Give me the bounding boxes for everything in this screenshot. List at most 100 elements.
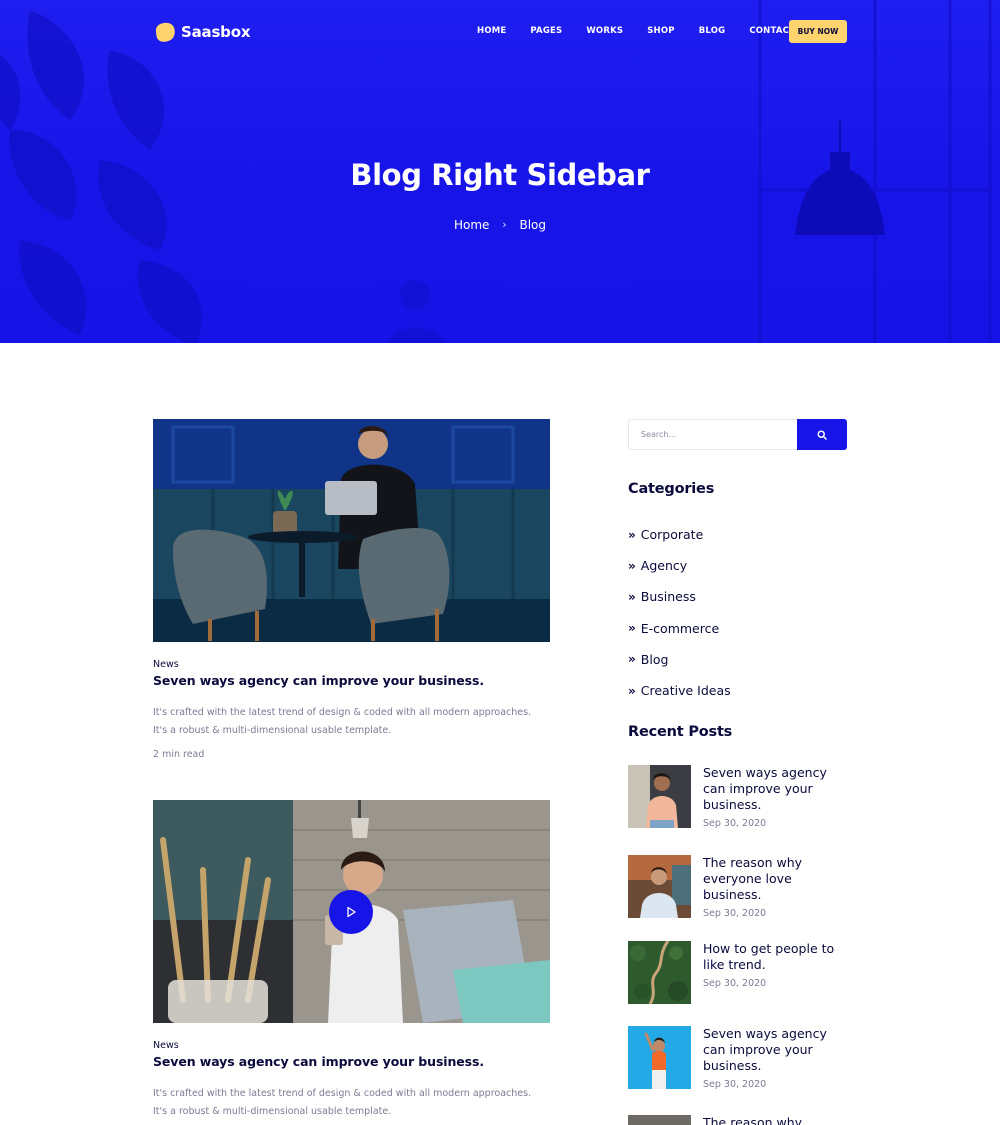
double-chevron-right-icon: »: [628, 527, 636, 542]
recent-post-body: The reason why: [703, 1115, 802, 1125]
nav-item-home[interactable]: HOME: [477, 26, 506, 36]
thumbnail-photo: [628, 1026, 691, 1089]
top-navigation: Saasbox HOME PAGES WORKS SHOP BLOG CONTA…: [153, 17, 847, 47]
post-excerpt-line: It's a robust & multi-dimensional usable…: [153, 1106, 392, 1117]
blog-post-card: News Seven ways agency can improve your …: [153, 800, 550, 1121]
double-chevron-right-icon: »: [628, 589, 636, 604]
recent-post-body: Seven ways agency can improve your busin…: [703, 1026, 827, 1090]
nav-item-shop[interactable]: SHOP: [647, 26, 675, 36]
recent-post-thumbnail[interactable]: [628, 1115, 691, 1125]
category-item-corporate[interactable]: » Corporate: [628, 519, 731, 550]
nav-item-works[interactable]: WORKS: [586, 26, 623, 36]
recent-post-title[interactable]: The reason why: [703, 1115, 802, 1125]
brand-name: Saasbox: [181, 23, 251, 41]
post-image-woman-on-phone[interactable]: [153, 800, 550, 1023]
recent-post-date: Sep 30, 2020: [703, 908, 767, 919]
search-icon: [817, 429, 827, 440]
buy-now-button[interactable]: BUY NOW: [789, 20, 847, 43]
recent-post-body: How to get people to like trend. Sep 30,…: [703, 941, 834, 1004]
recent-post-date: Sep 30, 2020: [703, 818, 767, 829]
nav-menu: HOME PAGES WORKS SHOP BLOG CONTACT: [477, 26, 819, 36]
nav-item-blog[interactable]: BLOG: [699, 26, 726, 36]
recent-post-title-line: business.: [703, 887, 762, 902]
thumbnail-photo: [628, 765, 691, 828]
recent-post-thumbnail[interactable]: [628, 765, 691, 828]
recent-post-item[interactable]: How to get people to like trend. Sep 30,…: [628, 941, 847, 1004]
category-label: Creative Ideas: [640, 683, 731, 699]
double-chevron-right-icon: »: [628, 683, 636, 698]
recent-post-date: Sep 30, 2020: [703, 978, 767, 989]
recent-post-title-line: everyone love: [703, 871, 792, 886]
recent-post-thumbnail[interactable]: [628, 1026, 691, 1089]
recent-post-item[interactable]: The reason why everyone love business. S…: [628, 855, 847, 919]
recent-post-body: The reason why everyone love business. S…: [703, 855, 802, 919]
category-label: E-commerce: [640, 620, 720, 636]
breadcrumb-current: Blog: [519, 217, 547, 232]
recent-post-title-line: like trend.: [703, 957, 766, 972]
recent-post-title-line: Seven ways agency: [703, 765, 827, 780]
post-photo: [153, 419, 550, 642]
recent-post-title-line: The reason why: [703, 855, 803, 870]
post-title[interactable]: Seven ways agency can improve your busin…: [153, 673, 550, 688]
recent-post-title-line: can improve your: [703, 781, 813, 796]
category-label: Blog: [640, 651, 669, 667]
category-label: Corporate: [640, 527, 704, 543]
recent-post-item[interactable]: Seven ways agency can improve your busin…: [628, 765, 847, 829]
post-excerpt-line: It's a robust & multi-dimensional usable…: [153, 725, 392, 736]
double-chevron-right-icon: »: [628, 558, 636, 573]
chevron-right-icon: ›: [502, 218, 507, 231]
read-time: 2 min read: [153, 749, 205, 760]
recent-posts-title: Recent Posts: [628, 724, 733, 740]
double-chevron-right-icon: »: [628, 621, 636, 636]
post-excerpt: It's crafted with the latest trend of de…: [153, 1085, 550, 1121]
category-item-creative-ideas[interactable]: » Creative Ideas: [628, 675, 731, 706]
category-item-blog[interactable]: » Blog: [628, 644, 731, 675]
recent-post-thumbnail[interactable]: [628, 855, 691, 918]
recent-post-title-line: How to get people to: [703, 941, 835, 956]
recent-post-item[interactable]: The reason why: [628, 1115, 847, 1125]
recent-post-title-line: Seven ways agency: [703, 1026, 827, 1041]
recent-post-title-line: business.: [703, 1058, 762, 1073]
search-input[interactable]: [629, 420, 798, 449]
category-label: Business: [640, 589, 696, 605]
categories-title: Categories: [628, 481, 715, 497]
post-excerpt: It's crafted with the latest trend of de…: [153, 704, 550, 740]
post-title[interactable]: Seven ways agency can improve your busin…: [153, 1054, 550, 1069]
double-chevron-right-icon: »: [628, 652, 636, 667]
category-label: Agency: [640, 558, 688, 574]
category-item-ecommerce[interactable]: » E-commerce: [628, 613, 731, 644]
recent-post-title-line: The reason why: [703, 1115, 803, 1125]
post-excerpt-line: It's crafted with the latest trend of de…: [153, 1088, 532, 1099]
logo-blob-icon: [155, 22, 175, 42]
hero-banner: Saasbox HOME PAGES WORKS SHOP BLOG CONTA…: [0, 0, 1000, 343]
blog-post-card: News Seven ways agency can improve your …: [153, 419, 550, 760]
play-video-button[interactable]: [329, 890, 373, 934]
recent-post-title-line: business.: [703, 797, 762, 812]
recent-post-title[interactable]: The reason why everyone love business.: [703, 855, 802, 903]
post-category-tag[interactable]: News: [153, 1040, 550, 1051]
category-item-business[interactable]: » Business: [628, 581, 731, 612]
thumbnail-photo: [628, 1115, 691, 1125]
thumbnail-photo: [628, 941, 691, 1004]
brand-logo[interactable]: Saasbox: [153, 20, 250, 44]
person-silhouette-image: [387, 280, 447, 343]
thumbnail-photo: [628, 855, 691, 918]
page-title: Blog Right Sidebar: [350, 158, 650, 192]
recent-post-item[interactable]: Seven ways agency can improve your busin…: [628, 1026, 847, 1090]
recent-post-title[interactable]: Seven ways agency can improve your busin…: [703, 765, 827, 813]
post-image-man-with-laptop[interactable]: [153, 419, 550, 642]
search-button[interactable]: [797, 419, 847, 450]
nav-item-pages[interactable]: PAGES: [530, 26, 562, 36]
recent-post-date: Sep 30, 2020: [703, 1079, 767, 1090]
category-list: » Corporate » Agency » Business » E-comm…: [628, 519, 731, 706]
recent-post-title[interactable]: Seven ways agency can improve your busin…: [703, 1026, 827, 1074]
recent-post-body: Seven ways agency can improve your busin…: [703, 765, 827, 829]
category-item-agency[interactable]: » Agency: [628, 550, 731, 581]
breadcrumb-home-link[interactable]: Home: [454, 218, 489, 232]
recent-post-title-line: can improve your: [703, 1042, 813, 1057]
recent-post-thumbnail[interactable]: [628, 941, 691, 1004]
recent-post-title[interactable]: How to get people to like trend.: [703, 941, 834, 973]
sidebar-search: [628, 419, 847, 450]
breadcrumb: Home › Blog: [0, 217, 1000, 232]
post-category-tag[interactable]: News: [153, 659, 550, 670]
